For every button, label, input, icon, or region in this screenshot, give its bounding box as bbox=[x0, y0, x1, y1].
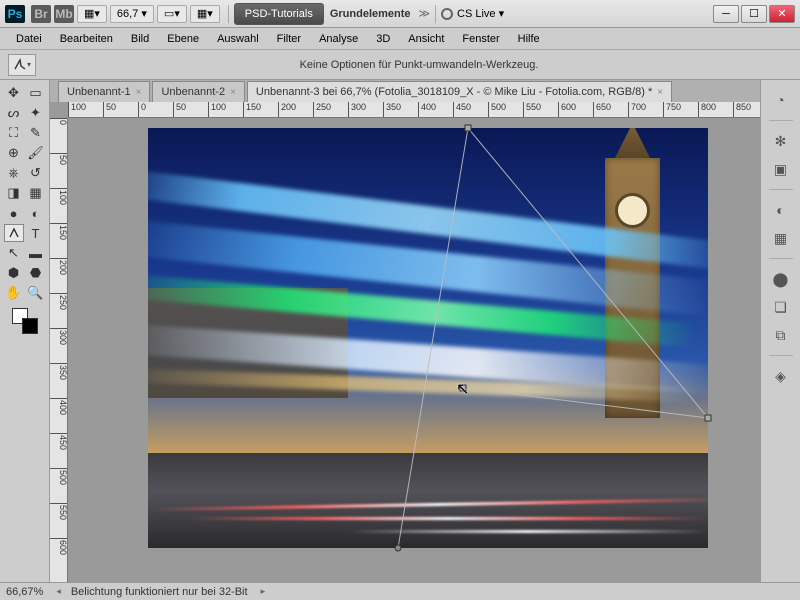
current-tool-indicator[interactable]: ▾ bbox=[8, 54, 36, 76]
photoshop-icon: Ps bbox=[5, 5, 25, 23]
pen-tool[interactable] bbox=[4, 224, 24, 242]
document-image bbox=[148, 128, 708, 548]
healing-tool[interactable]: ⊕ bbox=[4, 144, 24, 162]
eyedropper-tool[interactable]: ✎ bbox=[26, 124, 46, 142]
menu-bar: Datei Bearbeiten Bild Ebene Auswahl Filt… bbox=[0, 28, 800, 50]
options-bar: ▾ Keine Optionen für Punkt-umwandeln-Wer… bbox=[0, 50, 800, 80]
anchor-point[interactable] bbox=[705, 415, 712, 422]
separator bbox=[435, 5, 436, 23]
brush-tool[interactable]: 🖌 bbox=[26, 144, 46, 162]
menu-ansicht[interactable]: Ansicht bbox=[400, 30, 452, 48]
title-bar: Ps Br Mb ▦▾ 66,7 ▾ ▭▾ ▦▾ PSD-Tutorials G… bbox=[0, 0, 800, 28]
car-light-trail bbox=[188, 517, 708, 520]
lasso-tool[interactable]: ᔕ bbox=[4, 104, 24, 122]
blur-tool[interactable]: ● bbox=[4, 204, 24, 222]
canvas[interactable]: ↖ bbox=[68, 118, 760, 582]
menu-filter[interactable]: Filter bbox=[269, 30, 309, 48]
background-color[interactable] bbox=[22, 318, 38, 334]
masks-panel-icon[interactable]: ▣ bbox=[768, 157, 794, 181]
zoom-tool[interactable]: 🔍 bbox=[26, 284, 46, 302]
tab-unbenannt-3[interactable]: Unbenannt-3 bei 66,7% (Fotolia_3018109_X… bbox=[247, 81, 672, 102]
shape-tool[interactable]: ▬ bbox=[26, 244, 46, 262]
anchor-point[interactable] bbox=[460, 385, 467, 392]
screen-mode-button[interactable]: ▭▾ bbox=[157, 5, 187, 23]
color-swatches[interactable] bbox=[4, 308, 45, 336]
chevron-left-icon[interactable]: ◂ bbox=[56, 586, 61, 597]
menu-3d[interactable]: 3D bbox=[368, 30, 398, 48]
chevron-right-icon[interactable]: ≫ bbox=[419, 7, 431, 20]
channels-panel-icon[interactable]: ⧉ bbox=[768, 323, 794, 347]
paths-panel-icon[interactable]: ◈ bbox=[768, 364, 794, 388]
menu-analyse[interactable]: Analyse bbox=[311, 30, 366, 48]
anchor-point[interactable] bbox=[395, 545, 402, 552]
toolbox: ✥ ▭ ᔕ ✦ ⛶ ✎ ⊕ 🖌 ⎈ ↺ ◨ ▦ ● ◐ T ↖ ▬ ⬢ ⬣ ✋ … bbox=[0, 80, 50, 582]
panel-dock: ◔ ✻ ▣ ◐ ▦ ⬤ ❏ ⧉ ◈ bbox=[760, 80, 800, 582]
brushes-panel-icon[interactable]: ⬤ bbox=[768, 267, 794, 291]
close-button[interactable]: ✕ bbox=[769, 5, 795, 23]
minimize-button[interactable]: ─ bbox=[713, 5, 739, 23]
move-tool[interactable]: ✥ bbox=[4, 84, 24, 102]
dodge-tool[interactable]: ◐ bbox=[26, 204, 46, 222]
document-area: Unbenannt-1× Unbenannt-2× Unbenannt-3 be… bbox=[50, 80, 760, 582]
anchor-point[interactable] bbox=[465, 125, 472, 132]
tab-unbenannt-2[interactable]: Unbenannt-2× bbox=[152, 81, 244, 102]
document-tabs: Unbenannt-1× Unbenannt-2× Unbenannt-3 be… bbox=[50, 80, 760, 102]
3d-tool[interactable]: ⬢ bbox=[4, 264, 24, 282]
options-message: Keine Optionen für Punkt-umwandeln-Werkz… bbox=[46, 59, 792, 71]
zoom-status[interactable]: 66,67% bbox=[6, 586, 43, 598]
menu-ebene[interactable]: Ebene bbox=[159, 30, 207, 48]
zoom-level-dropdown[interactable]: 66,7 ▾ bbox=[110, 5, 154, 23]
menu-auswahl[interactable]: Auswahl bbox=[209, 30, 267, 48]
separator bbox=[228, 5, 229, 23]
close-icon[interactable]: × bbox=[136, 87, 142, 98]
styles-panel-icon[interactable]: ◐ bbox=[768, 198, 794, 222]
view-extras-button[interactable]: ▦▾ bbox=[190, 5, 220, 23]
menu-fenster[interactable]: Fenster bbox=[454, 30, 507, 48]
layers-panel-icon[interactable]: ❏ bbox=[768, 295, 794, 319]
cs-live-button[interactable]: CS Live ▾ bbox=[441, 7, 504, 20]
vertical-ruler[interactable]: 050100150200250300350400450500550600 bbox=[50, 118, 68, 582]
psd-tutorials-button[interactable]: PSD-Tutorials bbox=[234, 3, 324, 25]
type-tool[interactable]: T bbox=[26, 224, 46, 242]
cs-live-icon bbox=[441, 8, 453, 20]
history-brush-tool[interactable]: ↺ bbox=[26, 164, 46, 182]
ruler-area: 1005005010015020025030035040045050055060… bbox=[50, 102, 760, 582]
magic-wand-tool[interactable]: ✦ bbox=[26, 104, 46, 122]
menu-bild[interactable]: Bild bbox=[123, 30, 157, 48]
eraser-tool[interactable]: ◨ bbox=[4, 184, 24, 202]
menu-hilfe[interactable]: Hilfe bbox=[510, 30, 548, 48]
camera-tool[interactable]: ⬣ bbox=[26, 264, 46, 282]
arrange-docs-button[interactable]: ▦▾ bbox=[77, 5, 107, 23]
maximize-button[interactable]: ☐ bbox=[741, 5, 767, 23]
workspace-label[interactable]: Grundelemente bbox=[330, 8, 411, 20]
stamp-tool[interactable]: ⎈ bbox=[4, 164, 24, 182]
car-light-trail bbox=[348, 530, 708, 533]
horizontal-ruler[interactable]: 1005005010015020025030035040045050055060… bbox=[68, 102, 760, 118]
tab-unbenannt-1[interactable]: Unbenannt-1× bbox=[58, 81, 150, 102]
minibridge-icon[interactable]: Mb bbox=[54, 5, 74, 23]
adjustments-panel-icon[interactable]: ✻ bbox=[768, 129, 794, 153]
color-panel-icon[interactable]: ◔ bbox=[768, 88, 794, 112]
menu-datei[interactable]: Datei bbox=[8, 30, 50, 48]
swatches-panel-icon[interactable]: ▦ bbox=[768, 226, 794, 250]
menu-bearbeiten[interactable]: Bearbeiten bbox=[52, 30, 121, 48]
crop-tool[interactable]: ⛶ bbox=[4, 124, 24, 142]
marquee-tool[interactable]: ▭ bbox=[26, 84, 46, 102]
chevron-right-icon[interactable]: ▸ bbox=[261, 586, 266, 597]
close-icon[interactable]: × bbox=[230, 87, 236, 98]
path-select-tool[interactable]: ↖ bbox=[4, 244, 24, 262]
status-bar: 66,67% ◂ Belichtung funktioniert nur bei… bbox=[0, 582, 800, 600]
workspace: ✥ ▭ ᔕ ✦ ⛶ ✎ ⊕ 🖌 ⎈ ↺ ◨ ▦ ● ◐ T ↖ ▬ ⬢ ⬣ ✋ … bbox=[0, 80, 800, 582]
convert-point-icon bbox=[13, 58, 27, 72]
hand-tool[interactable]: ✋ bbox=[4, 284, 24, 302]
bridge-icon[interactable]: Br bbox=[31, 5, 51, 23]
close-icon[interactable]: × bbox=[657, 87, 663, 98]
status-hint: Belichtung funktioniert nur bei 32-Bit bbox=[71, 586, 248, 598]
clock-face bbox=[615, 193, 650, 228]
gradient-tool[interactable]: ▦ bbox=[26, 184, 46, 202]
